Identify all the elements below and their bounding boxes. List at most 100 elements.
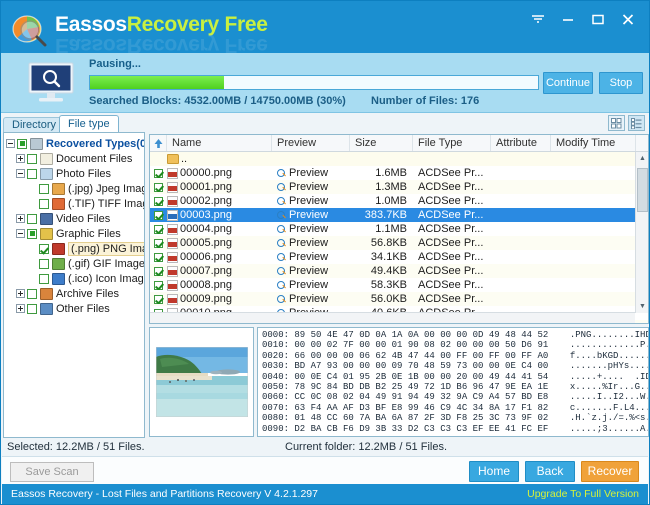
cell-preview[interactable]: Preview xyxy=(272,167,350,179)
table-row[interactable]: 00001.png Preview 1.3MB ACDSee Pr... xyxy=(150,180,648,194)
tree-item-document-files[interactable]: Document Files xyxy=(6,151,144,166)
row-checkbox[interactable] xyxy=(154,280,163,290)
cell-preview[interactable]: Preview xyxy=(272,181,350,193)
column-header-attribute[interactable]: Attribute xyxy=(491,135,551,151)
cell-preview[interactable]: Preview xyxy=(272,195,350,207)
collapse-icon[interactable] xyxy=(16,229,25,238)
tab-directory[interactable]: Directory xyxy=(3,117,66,132)
collapse-icon[interactable] xyxy=(16,169,25,178)
row-checkbox-cell[interactable] xyxy=(150,182,167,192)
table-row[interactable]: 00003.png Preview 383.7KB ACDSee Pr... xyxy=(150,208,648,222)
tree-item-recovered-types-0[interactable]: Recovered Types(0) xyxy=(6,136,144,151)
preview-link-label[interactable]: Preview xyxy=(289,181,328,193)
close-button[interactable] xyxy=(613,7,643,31)
save-scan-status-button[interactable]: Save Scan Status xyxy=(10,462,94,496)
row-checkbox[interactable] xyxy=(154,196,163,206)
preview-link-label[interactable]: Preview xyxy=(289,167,328,179)
cell-preview[interactable]: Preview xyxy=(272,209,350,221)
row-checkbox-cell[interactable] xyxy=(150,252,167,262)
sort-indicator-header[interactable] xyxy=(150,135,167,151)
tree-checkbox[interactable] xyxy=(27,228,37,239)
expand-icon[interactable] xyxy=(16,289,25,298)
scroll-down-arrow[interactable]: ▼ xyxy=(636,300,648,313)
cell-preview[interactable]: Preview xyxy=(272,265,350,277)
preview-link-label[interactable]: Preview xyxy=(289,237,328,249)
tree-item-video-files[interactable]: Video Files xyxy=(6,211,144,226)
row-checkbox-cell[interactable] xyxy=(150,168,167,178)
tree-item-png-png-image[interactable]: (.png) PNG Image xyxy=(6,241,144,256)
preview-link-label[interactable]: Preview xyxy=(289,251,328,263)
row-checkbox[interactable] xyxy=(154,266,163,276)
preview-link-label[interactable]: Preview xyxy=(289,223,328,235)
row-checkbox-cell[interactable] xyxy=(150,280,167,290)
cell-preview[interactable]: Preview xyxy=(272,293,350,305)
file-row-parent-directory[interactable]: .. xyxy=(150,152,648,166)
menu-button[interactable] xyxy=(523,7,553,31)
tree-checkbox[interactable] xyxy=(27,303,37,314)
home-button[interactable]: Home xyxy=(469,461,519,482)
scroll-up-arrow[interactable]: ▲ xyxy=(636,152,648,165)
column-header-preview[interactable]: Preview xyxy=(272,135,350,151)
table-row[interactable]: 00004.png Preview 1.1MB ACDSee Pr... xyxy=(150,222,648,236)
tree-item-ico-icon-image[interactable]: (.ico) Icon Image xyxy=(6,271,144,286)
expand-icon[interactable] xyxy=(16,214,25,223)
tab-file-type[interactable]: File type xyxy=(59,115,119,132)
tree-checkbox[interactable] xyxy=(27,168,37,179)
tree-checkbox[interactable] xyxy=(39,243,49,254)
tree-checkbox[interactable] xyxy=(39,258,49,269)
table-row[interactable]: 00005.png Preview 56.8KB ACDSee Pr... xyxy=(150,236,648,250)
row-checkbox-cell[interactable] xyxy=(150,294,167,304)
continue-button[interactable]: Continue xyxy=(543,72,593,94)
preview-link-label[interactable]: Preview xyxy=(289,195,328,207)
expand-icon[interactable] xyxy=(16,154,25,163)
row-checkbox-cell[interactable] xyxy=(150,238,167,248)
row-checkbox-cell[interactable] xyxy=(150,266,167,276)
preview-link-label[interactable]: Preview xyxy=(289,279,328,291)
upgrade-link[interactable]: Upgrade To Full Version xyxy=(527,488,639,500)
table-row[interactable]: 00007.png Preview 49.4KB ACDSee Pr... xyxy=(150,264,648,278)
table-row[interactable]: 00009.png Preview 56.0KB ACDSee Pr... xyxy=(150,292,648,306)
cell-preview[interactable]: Preview xyxy=(272,251,350,263)
table-row[interactable]: 00000.png Preview 1.6MB ACDSee Pr... xyxy=(150,166,648,180)
tree-checkbox[interactable] xyxy=(27,153,37,164)
column-header-name[interactable]: Name xyxy=(167,135,272,151)
table-row[interactable]: 00002.png Preview 1.0MB ACDSee Pr... xyxy=(150,194,648,208)
column-header-size[interactable]: Size xyxy=(350,135,413,151)
list-view-button[interactable] xyxy=(628,115,645,131)
tree-checkbox[interactable] xyxy=(39,273,49,284)
cell-preview[interactable]: Preview xyxy=(272,237,350,249)
tree-item-archive-files[interactable]: Archive Files xyxy=(6,286,144,301)
expand-icon[interactable] xyxy=(16,304,25,313)
file-list-vertical-scrollbar[interactable]: ▲ ▼ xyxy=(635,152,648,313)
preview-link-label[interactable]: Preview xyxy=(289,209,328,221)
row-checkbox[interactable] xyxy=(154,224,163,234)
tree-checkbox[interactable] xyxy=(39,198,49,209)
maximize-button[interactable] xyxy=(583,7,613,31)
tree-item-gif-gif-image[interactable]: (.gif) GIF Image xyxy=(6,256,144,271)
file-list-horizontal-scrollbar[interactable] xyxy=(150,312,635,323)
tree-item-graphic-files[interactable]: Graphic Files xyxy=(6,226,144,241)
cell-preview[interactable]: Preview xyxy=(272,223,350,235)
row-checkbox[interactable] xyxy=(154,294,163,304)
row-checkbox[interactable] xyxy=(154,182,163,192)
column-header-file-type[interactable]: File Type xyxy=(413,135,491,151)
tree-checkbox[interactable] xyxy=(17,138,27,149)
hex-dump-panel[interactable]: 0000: 89 50 4E 47 0D 0A 1A 0A 00 00 00 0… xyxy=(257,327,649,437)
preview-link-label[interactable]: Preview xyxy=(289,265,328,277)
tree-item-photo-files[interactable]: Photo Files xyxy=(6,166,144,181)
tree-checkbox[interactable] xyxy=(27,288,37,299)
row-checkbox-cell[interactable] xyxy=(150,210,167,220)
row-checkbox[interactable] xyxy=(154,238,163,248)
tree-item-other-files[interactable]: Other Files xyxy=(6,301,144,316)
row-checkbox-cell[interactable] xyxy=(150,196,167,206)
recover-button[interactable]: Recover xyxy=(581,461,639,482)
file-list-panel[interactable]: Name Preview Size File Type Attribute Mo… xyxy=(149,134,649,324)
collapse-icon[interactable] xyxy=(6,139,15,148)
tree-checkbox[interactable] xyxy=(39,183,49,194)
file-type-tree-panel[interactable]: Recovered Types(0) Document Files Photo Fi… xyxy=(3,132,145,438)
tree-item-tif-tiff-image[interactable]: (.TIF) TIFF Image xyxy=(6,196,144,211)
table-row[interactable]: 00008.png Preview 58.3KB ACDSee Pr... xyxy=(150,278,648,292)
row-checkbox[interactable] xyxy=(154,210,163,220)
thumbnail-view-button[interactable] xyxy=(608,115,625,131)
minimize-button[interactable] xyxy=(553,7,583,31)
